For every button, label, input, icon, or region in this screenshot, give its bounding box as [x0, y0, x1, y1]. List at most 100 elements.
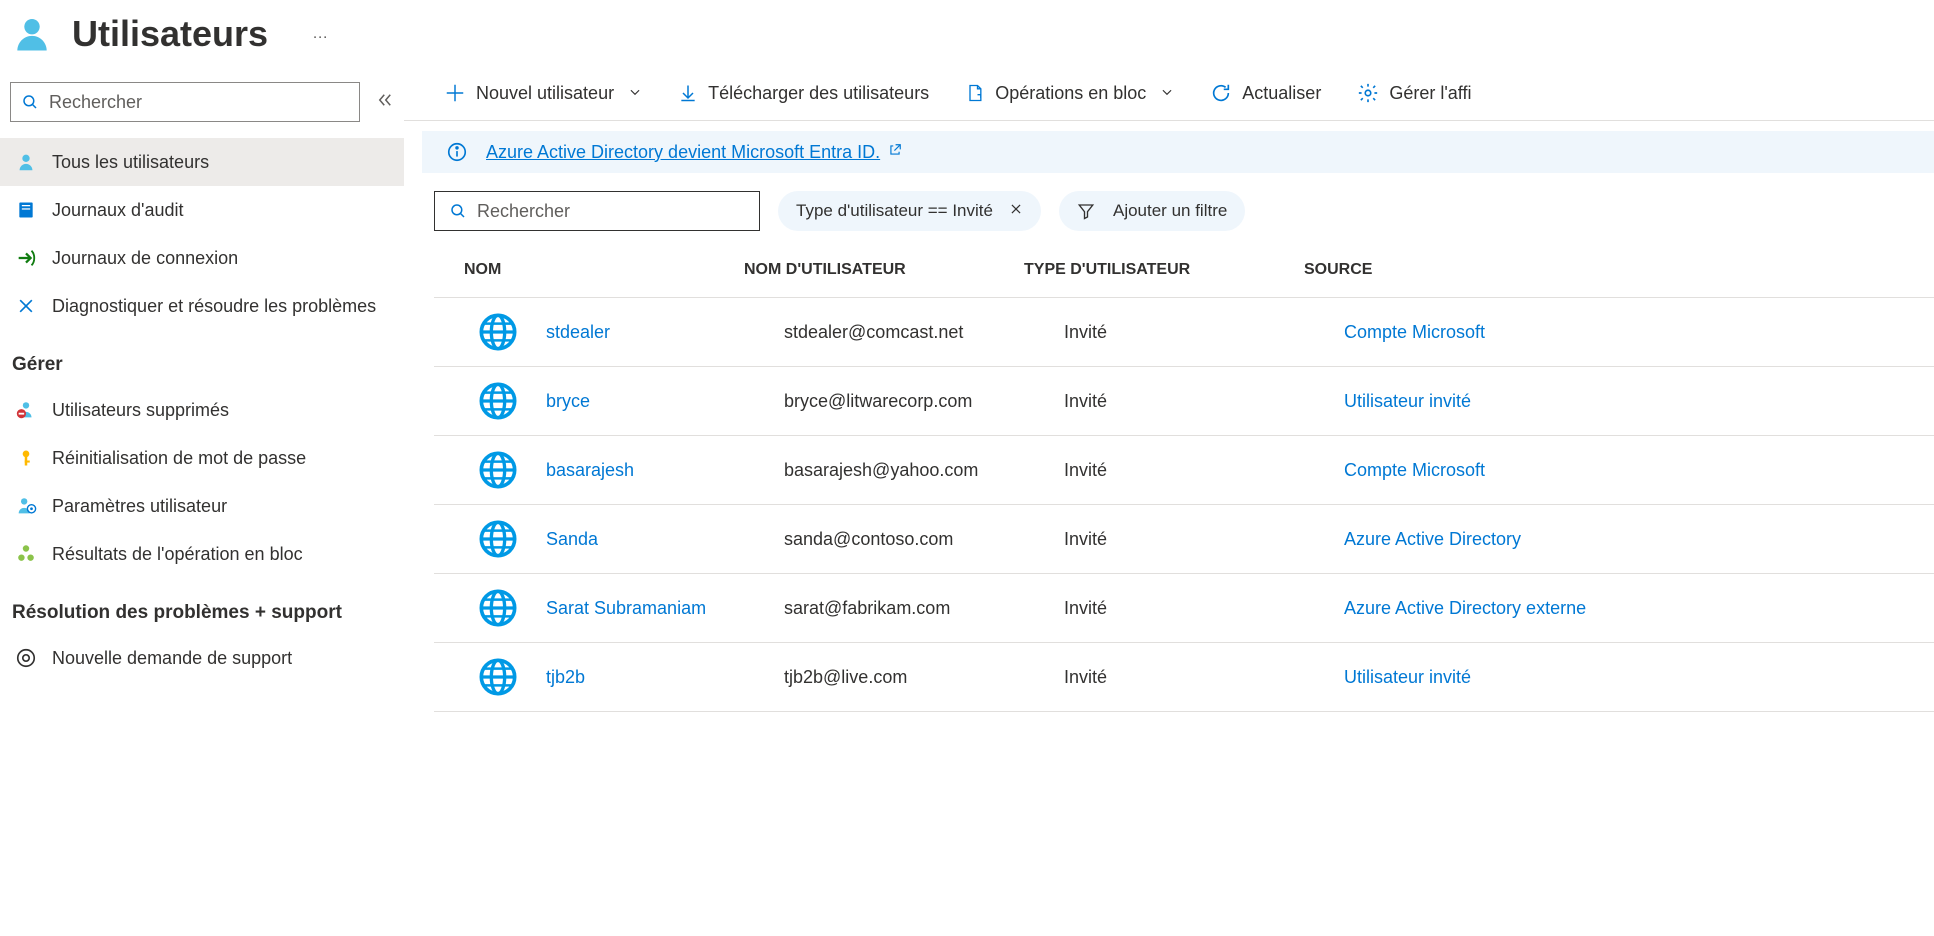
table-row[interactable]: Sarat Subramaniamsarat@fabrikam.comInvit…	[434, 573, 1934, 642]
external-link-icon	[888, 142, 902, 162]
page-header: Utilisateurs …	[0, 0, 1934, 82]
table-row[interactable]: brycebryce@litwarecorp.comInvitéUtilisat…	[434, 366, 1934, 435]
user-username: stdealer@comcast.net	[784, 322, 1064, 343]
filter-chip-user-type[interactable]: Type d'utilisateur == Invité	[778, 191, 1041, 231]
toolbar-label: Télécharger des utilisateurs	[708, 83, 929, 104]
sidebar-heading-support: Résolution des problèmes + support	[0, 578, 404, 634]
sidebar-item-audit-logs[interactable]: Journaux d'audit	[0, 186, 404, 234]
column-header-username[interactable]: NOM D'UTILISATEUR	[744, 261, 1024, 279]
sidebar-item-new-support-request[interactable]: Nouvelle demande de support	[0, 634, 404, 682]
add-filter-label: Ajouter un filtre	[1113, 201, 1227, 221]
sidebar-item-label: Nouvelle demande de support	[52, 646, 292, 670]
blocks-icon	[14, 542, 38, 566]
gear-icon	[1357, 82, 1379, 104]
filter-search-field[interactable]	[477, 201, 745, 222]
sidebar-item-bulk-results[interactable]: Résultats de l'opération en bloc	[0, 530, 404, 578]
sidebar-item-all-users[interactable]: Tous les utilisateurs	[0, 138, 404, 186]
sidebar-item-label: Réinitialisation de mot de passe	[52, 446, 306, 470]
wrench-icon	[14, 294, 38, 318]
toolbar-label: Opérations en bloc	[995, 83, 1146, 104]
table-row[interactable]: tjb2btjb2b@live.comInvitéUtilisateur inv…	[434, 642, 1934, 712]
sidebar-item-label: Utilisateurs supprimés	[52, 398, 229, 422]
main-content: Nouvel utilisateur Télécharger des utili…	[404, 82, 1934, 712]
user-source-link[interactable]: Azure Active Directory	[1344, 529, 1521, 549]
user-username: bryce@litwarecorp.com	[784, 391, 1064, 412]
user-name-link[interactable]: stdealer	[546, 322, 610, 342]
sidebar-search-field[interactable]	[49, 92, 349, 113]
user-source-link[interactable]: Utilisateur invité	[1344, 391, 1471, 411]
funnel-icon	[1077, 202, 1095, 220]
page-title: Utilisateurs	[72, 13, 268, 55]
user-name-link[interactable]: basarajesh	[546, 460, 634, 480]
user-name-link[interactable]: Sanda	[546, 529, 598, 549]
globe-icon	[478, 519, 518, 559]
sidebar-search-input[interactable]	[10, 82, 360, 122]
manage-view-button[interactable]: Gérer l'affi	[1357, 82, 1471, 104]
refresh-button[interactable]: Actualiser	[1210, 82, 1321, 104]
users-table: NOM NOM D'UTILISATEUR TYPE D'UTILISATEUR…	[434, 261, 1934, 712]
deleted-user-icon	[14, 398, 38, 422]
search-icon	[449, 202, 467, 220]
support-icon	[14, 646, 38, 670]
toolbar-label: Nouvel utilisateur	[476, 83, 614, 104]
table-row[interactable]: stdealer stdealer@comcast.netInvitéCompte…	[434, 297, 1934, 366]
filter-row: Type d'utilisateur == Invité Ajouter un …	[404, 173, 1934, 231]
sidebar: Tous les utilisateurs Journaux d'audit J…	[0, 82, 404, 712]
toolbar: Nouvel utilisateur Télécharger des utili…	[404, 82, 1934, 121]
sidebar-item-label: Journaux de connexion	[52, 246, 238, 270]
bulk-operations-button[interactable]: Opérations en bloc	[965, 82, 1174, 104]
user-icon	[14, 150, 38, 174]
sidebar-item-label: Journaux d'audit	[52, 198, 184, 222]
users-icon	[10, 12, 54, 56]
sidebar-item-deleted-users[interactable]: Utilisateurs supprimés	[0, 386, 404, 434]
globe-icon	[478, 588, 518, 628]
toolbar-label: Gérer l'affi	[1389, 83, 1471, 104]
signin-icon	[14, 246, 38, 270]
user-username: basarajesh@yahoo.com	[784, 460, 1064, 481]
sidebar-item-diagnose[interactable]: Diagnostiquer et résoudre les problèmes	[0, 282, 404, 330]
table-header-row: NOM NOM D'UTILISATEUR TYPE D'UTILISATEUR…	[434, 261, 1934, 297]
column-header-type[interactable]: TYPE D'UTILISATEUR	[1024, 261, 1304, 279]
sidebar-item-password-reset[interactable]: Réinitialisation de mot de passe	[0, 434, 404, 482]
sidebar-item-label: Tous les utilisateurs	[52, 150, 209, 174]
search-icon	[21, 93, 39, 111]
user-source-link[interactable]: Compte Microsoft	[1344, 322, 1485, 342]
refresh-icon	[1210, 82, 1232, 104]
filter-chip-label: Type d'utilisateur == Invité	[796, 201, 993, 221]
column-header-name[interactable]: NOM	[464, 261, 744, 279]
user-name-link[interactable]: bryce	[546, 391, 590, 411]
new-user-button[interactable]: Nouvel utilisateur	[444, 82, 642, 104]
user-gear-icon	[14, 494, 38, 518]
user-type: Invité	[1064, 529, 1344, 550]
user-source-link[interactable]: Compte Microsoft	[1344, 460, 1485, 480]
close-icon[interactable]	[1009, 202, 1023, 221]
user-name-link[interactable]: Sarat Subramaniam	[546, 598, 706, 618]
table-row[interactable]: Sandasanda@contoso.comInvitéAzure Active…	[434, 504, 1934, 573]
add-filter-button[interactable]: Ajouter un filtre	[1059, 191, 1245, 231]
chevron-down-icon	[628, 83, 642, 104]
user-username: sarat@fabrikam.com	[784, 598, 1064, 619]
book-icon	[14, 198, 38, 222]
user-source-link[interactable]: Utilisateur invité	[1344, 667, 1471, 687]
banner-link[interactable]: Azure Active Directory devient Microsoft…	[486, 142, 880, 163]
more-menu[interactable]: …	[312, 25, 330, 43]
toolbar-label: Actualiser	[1242, 83, 1321, 104]
chevron-down-icon	[1160, 83, 1174, 104]
user-name-link[interactable]: tjb2b	[546, 667, 585, 687]
collapse-sidebar-icon[interactable]	[376, 91, 394, 114]
sidebar-item-user-settings[interactable]: Paramètres utilisateur	[0, 482, 404, 530]
filter-search-input[interactable]	[434, 191, 760, 231]
download-users-button[interactable]: Télécharger des utilisateurs	[678, 83, 929, 104]
user-username: tjb2b@live.com	[784, 667, 1064, 688]
sidebar-item-label: Diagnostiquer et résoudre les problèmes	[52, 294, 376, 318]
plus-icon	[444, 82, 466, 104]
table-row[interactable]: basarajesh basarajesh@yahoo.comInvitéComp…	[434, 435, 1934, 504]
user-source-link[interactable]: Azure Active Directory externe	[1344, 598, 1586, 618]
user-type: Invité	[1064, 322, 1344, 343]
info-banner: Azure Active Directory devient Microsoft…	[422, 131, 1934, 173]
globe-icon	[478, 450, 518, 490]
column-header-source[interactable]: SOURCE	[1304, 261, 1372, 279]
user-type: Invité	[1064, 460, 1344, 481]
sidebar-item-signin-logs[interactable]: Journaux de connexion	[0, 234, 404, 282]
document-icon	[965, 82, 985, 104]
